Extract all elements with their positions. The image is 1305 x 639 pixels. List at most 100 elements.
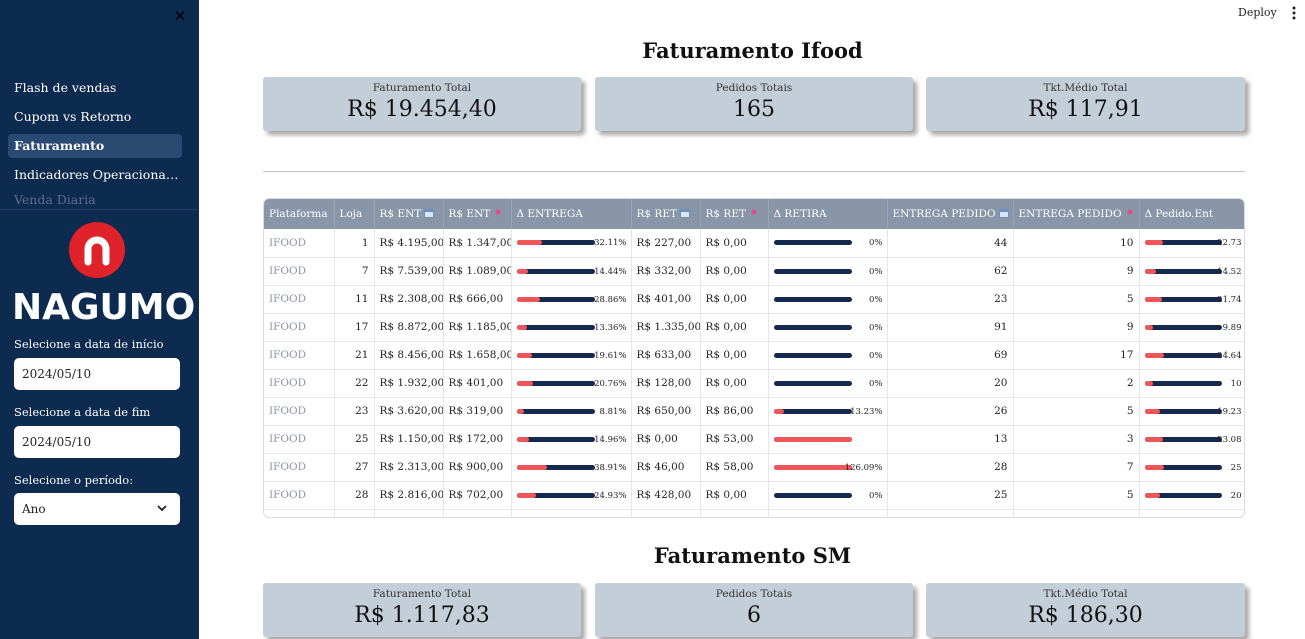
table-row[interactable]: IFOOD 22 R$ 1.932,00 R$ 401,00 20.76% R$ 128,… — [264, 369, 1244, 398]
column-header-label: R$ RET — [705, 208, 747, 220]
percent-label: 0% — [869, 490, 883, 501]
cell-delta-entrega: 13.36% — [511, 313, 632, 342]
column-header[interactable]: R$ ENT — [443, 199, 512, 229]
cell-rs-ent: R$ 7.539,00 — [374, 257, 444, 286]
end-date-input[interactable]: 2024/05/10 — [14, 426, 180, 458]
column-header[interactable]: Δ ENTREGA — [511, 199, 632, 229]
kpi-label: Tkt.Médio Total — [1043, 82, 1128, 94]
table-row[interactable]: IFOOD 11 R$ 2.308,00 R$ 666,00 28.86% R$ 401,… — [264, 285, 1244, 314]
column-header[interactable]: ENTREGA PEDIDO — [887, 199, 1014, 229]
column-header-label: Δ Pedido.Ent — [1144, 208, 1214, 220]
cell-entrega-pedido-pin: 2 — [1013, 369, 1140, 398]
cell-delta-entrega: 20.76% — [511, 369, 632, 398]
cell-delta-retira: 0% — [768, 481, 888, 510]
progress-bar-fill — [1144, 268, 1156, 274]
percent-label: 14.96% — [594, 434, 627, 445]
kpi-value: 6 — [747, 603, 761, 628]
cell-rs-ret: R$ 46,00 — [631, 453, 701, 482]
cell-rs-ent-pin: R$ 401,00 — [443, 369, 512, 398]
cell-loja: 23 — [334, 397, 375, 426]
cell-loja: 7 — [334, 257, 375, 286]
progress-bar — [516, 436, 595, 442]
progress-bar-fill — [1144, 380, 1153, 386]
table-cell-empty — [631, 509, 701, 517]
ifood-stores-table[interactable]: Plataforma Loja R$ ENT R$ ENT Δ ENTREGA … — [263, 198, 1245, 518]
percent-label: 28.86% — [594, 294, 627, 305]
percent-label: 20 — [1230, 490, 1242, 501]
kpi-value: 165 — [733, 97, 775, 122]
progress-bar — [1144, 240, 1222, 246]
table-row[interactable]: IFOOD 1 R$ 4.195,00 R$ 1.347,00 32.11% R$ 227… — [264, 229, 1244, 258]
progress-bar-fill — [516, 380, 533, 386]
more-options-icon[interactable] — [1290, 5, 1298, 21]
period-select-value: Ano — [22, 502, 46, 516]
cell-delta-retira: 0% — [768, 257, 888, 286]
progress-bar-fill — [516, 352, 532, 358]
cell-rs-ent: R$ 1.932,00 — [374, 369, 444, 398]
sidebar-item-flash-de-vendas[interactable]: Flash de vendas — [8, 76, 182, 100]
cell-rs-ent: R$ 2.313,00 — [374, 453, 444, 482]
cell-rs-ent: R$ 3.620,00 — [374, 397, 444, 426]
cell-rs-ent-pin: R$ 1.347,00 — [443, 229, 512, 258]
table-row[interactable]: IFOOD 28 R$ 2.816,00 R$ 702,00 24.93% R$ 428,… — [264, 481, 1244, 510]
ifood-kpi-ticket-medio: Tkt.Médio Total R$ 117,91 — [926, 77, 1245, 131]
cell-loja: 11 — [334, 285, 375, 314]
table-cell-empty — [1013, 509, 1140, 517]
percent-label: 19.61% — [594, 350, 627, 361]
cell-rs-ent: R$ 2.308,00 — [374, 285, 444, 314]
cell-rs-ent: R$ 2.816,00 — [374, 481, 444, 510]
table-row[interactable]: IFOOD 23 R$ 3.620,00 R$ 319,00 8.81% R$ 650,0… — [264, 397, 1244, 426]
column-header-label: R$ RET — [636, 208, 678, 220]
column-header[interactable]: Δ RETIRA — [768, 199, 888, 229]
column-header[interactable]: R$ ENT — [374, 199, 444, 229]
deploy-button[interactable]: Deploy — [1238, 6, 1277, 19]
cell-rs-ent: R$ 1.150,00 — [374, 425, 444, 454]
column-header[interactable]: R$ RET — [700, 199, 769, 229]
nagumo-logo-icon — [69, 222, 125, 278]
progress-bar-fill — [516, 240, 542, 246]
sidebar-item-faturamento[interactable]: Faturamento — [8, 134, 182, 158]
cell-entrega-pedido: 44 — [887, 229, 1014, 258]
percent-label: 0% — [869, 350, 883, 361]
kpi-value: R$ 1.117,83 — [354, 603, 490, 628]
close-sidebar-icon[interactable]: ✕ — [173, 7, 187, 25]
sidebar-item-cupom-vs-retorno[interactable]: Cupom vs Retorno — [8, 105, 182, 129]
cell-loja: 21 — [334, 341, 375, 370]
table-row[interactable]: IFOOD 17 R$ 8.872,00 R$ 1.185,00 13.36% R$ 1.… — [264, 313, 1244, 342]
pushpin-icon — [1127, 209, 1133, 218]
sidebar-item-venda-diaria[interactable]: Venda Diaria — [8, 192, 182, 208]
table-row[interactable]: IFOOD 27 R$ 2.313,00 R$ 900,00 38.91% R$ 46,0… — [264, 453, 1244, 482]
table-row[interactable]: IFOOD 7 R$ 7.539,00 R$ 1.089,00 14.44% R$ 332… — [264, 257, 1244, 286]
period-select[interactable]: Ano — [14, 493, 180, 525]
cell-delta-retira: 126.09% — [768, 453, 888, 482]
cell-delta-retira: 0% — [768, 341, 888, 370]
cell-rs-ent-pin: R$ 1.185,00 — [443, 313, 512, 342]
cell-delta-retira: 13.23% — [768, 397, 888, 426]
column-header-label: Δ RETIRA — [773, 208, 827, 220]
progress-bar — [516, 380, 595, 386]
cell-rs-ret: R$ 1.335,00 — [631, 313, 701, 342]
column-header[interactable]: Loja — [334, 199, 375, 229]
progress-bar-fill — [1144, 352, 1164, 358]
sm-section-title: Faturamento SM — [653, 543, 852, 568]
calendar-icon — [424, 209, 435, 218]
cell-rs-ret: R$ 428,00 — [631, 481, 701, 510]
progress-bar — [1144, 296, 1222, 302]
chevron-down-icon — [157, 505, 167, 512]
table-header-row: Plataforma Loja R$ ENT R$ ENT Δ ENTREGA … — [264, 199, 1244, 229]
column-header[interactable]: ENTREGA PEDIDO — [1013, 199, 1140, 229]
column-header[interactable]: R$ RET — [631, 199, 701, 229]
column-header[interactable]: Plataforma — [264, 199, 335, 229]
progress-bar-fill — [516, 324, 527, 330]
cell-rs-ent: R$ 4.195,00 — [374, 229, 444, 258]
progress-bar-fill — [773, 464, 852, 470]
start-date-input[interactable]: 2024/05/10 — [14, 358, 180, 390]
section-divider — [263, 171, 1245, 172]
cell-entrega-pedido: 13 — [887, 425, 1014, 454]
cell-rs-ent-pin: R$ 1.658,00 — [443, 341, 512, 370]
table-row[interactable]: IFOOD 21 R$ 8.456,00 R$ 1.658,00 19.61% R$ 63… — [264, 341, 1244, 370]
sidebar-item-indicadores-operacionais[interactable]: Indicadores Operacionais ... — [8, 163, 182, 187]
column-header[interactable]: Δ Pedido.Ent — [1139, 199, 1244, 229]
table-row[interactable]: IFOOD 25 R$ 1.150,00 R$ 172,00 14.96% R$ 0,00… — [264, 425, 1244, 454]
progress-bar — [1144, 492, 1222, 498]
